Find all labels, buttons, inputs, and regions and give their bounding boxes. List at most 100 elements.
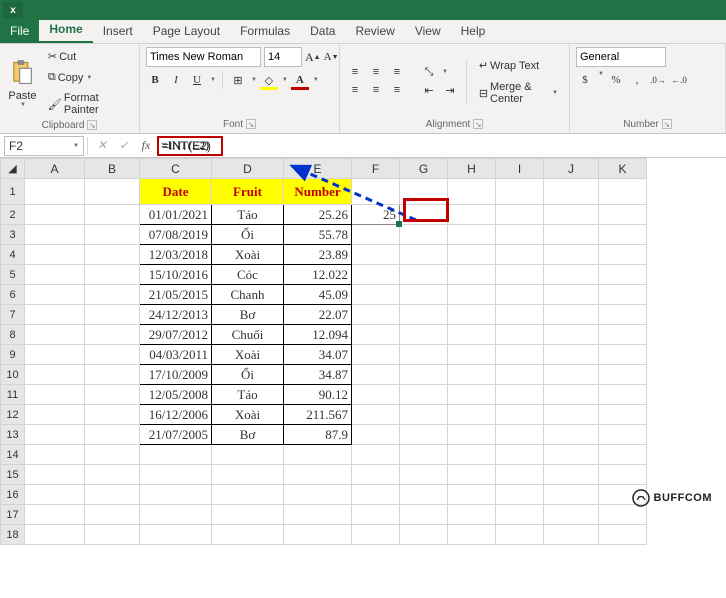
cell[interactable]: Chanh (212, 285, 284, 305)
cell[interactable] (599, 245, 647, 265)
cell[interactable] (448, 465, 496, 485)
select-all[interactable]: ◢ (1, 159, 25, 179)
decrease-font-icon[interactable]: A▼ (324, 48, 339, 66)
percent-icon[interactable]: % (607, 71, 625, 89)
cell[interactable] (544, 445, 599, 465)
cell[interactable] (400, 285, 448, 305)
cell[interactable]: 45.09 (284, 285, 352, 305)
cell[interactable] (599, 425, 647, 445)
cell[interactable]: Number (284, 179, 352, 205)
cell[interactable] (448, 345, 496, 365)
cell[interactable] (496, 225, 544, 245)
cell[interactable]: 12/03/2018 (140, 245, 212, 265)
cell[interactable] (400, 345, 448, 365)
cell[interactable] (25, 179, 85, 205)
menu-formulas[interactable]: Formulas (230, 20, 300, 43)
underline-button[interactable]: U (188, 71, 206, 89)
cell[interactable] (448, 405, 496, 425)
cell[interactable] (352, 345, 400, 365)
cell[interactable] (496, 179, 544, 205)
cell[interactable] (352, 265, 400, 285)
cell[interactable]: 01/01/2021 (140, 205, 212, 225)
row-header[interactable]: 12 (1, 405, 25, 425)
cell[interactable]: Xoài (212, 345, 284, 365)
cell[interactable] (599, 385, 647, 405)
cell[interactable] (400, 325, 448, 345)
wrap-text-button[interactable]: ↵Wrap Text (474, 56, 563, 75)
increase-indent-icon[interactable]: ⇥ (441, 82, 459, 98)
cell[interactable] (496, 385, 544, 405)
font-name-select[interactable] (146, 47, 261, 67)
cell[interactable] (448, 205, 496, 225)
cell[interactable]: Ổi (212, 365, 284, 385)
align-right-icon[interactable]: ≡ (388, 82, 406, 98)
cell[interactable] (140, 465, 212, 485)
cell[interactable] (400, 465, 448, 485)
row-header[interactable]: 6 (1, 285, 25, 305)
cell-selected[interactable]: 25 (352, 205, 400, 225)
col-header[interactable]: H (448, 159, 496, 179)
cell[interactable] (212, 505, 284, 525)
cell[interactable] (400, 385, 448, 405)
cell[interactable] (85, 365, 140, 385)
align-left-icon[interactable]: ≡ (346, 82, 364, 98)
cell[interactable] (284, 525, 352, 545)
align-top-icon[interactable]: ≡ (346, 64, 364, 80)
cell[interactable]: 15/10/2016 (140, 265, 212, 285)
number-format-select[interactable] (576, 47, 666, 67)
cell[interactable] (25, 325, 85, 345)
decrease-decimal-icon[interactable]: ←.0 (670, 71, 688, 89)
col-header[interactable]: A (25, 159, 85, 179)
cell[interactable] (284, 505, 352, 525)
cell[interactable] (25, 445, 85, 465)
cell[interactable] (448, 525, 496, 545)
name-box[interactable]: F2▼ (4, 136, 84, 156)
cell[interactable] (599, 225, 647, 245)
cell[interactable] (25, 305, 85, 325)
cell[interactable] (544, 225, 599, 245)
cell[interactable]: 24/12/2013 (140, 305, 212, 325)
cell[interactable] (544, 179, 599, 205)
cell[interactable] (400, 405, 448, 425)
row-header[interactable]: 2 (1, 205, 25, 225)
align-middle-icon[interactable]: ≡ (367, 64, 385, 80)
alignment-launcher[interactable]: ↘ (473, 119, 483, 129)
cell[interactable] (448, 505, 496, 525)
cell[interactable] (85, 179, 140, 205)
number-launcher[interactable]: ↘ (662, 119, 672, 129)
copy-button[interactable]: ⧉Copy▼ (43, 68, 133, 87)
cell[interactable] (352, 485, 400, 505)
menu-review[interactable]: Review (345, 20, 404, 43)
cell[interactable] (599, 405, 647, 425)
cell[interactable] (448, 265, 496, 285)
cell[interactable] (85, 265, 140, 285)
cell[interactable] (140, 525, 212, 545)
cell[interactable] (599, 305, 647, 325)
row-header[interactable]: 9 (1, 345, 25, 365)
cell[interactable] (544, 365, 599, 385)
cell[interactable] (85, 405, 140, 425)
col-header[interactable]: I (496, 159, 544, 179)
cell[interactable] (85, 385, 140, 405)
cell[interactable] (496, 305, 544, 325)
cell[interactable]: 16/12/2006 (140, 405, 212, 425)
cell[interactable] (284, 465, 352, 485)
cell[interactable] (352, 179, 400, 205)
cell[interactable] (544, 325, 599, 345)
cell[interactable] (599, 525, 647, 545)
borders-button[interactable]: ⊞ (229, 71, 247, 89)
cell[interactable] (496, 345, 544, 365)
cell[interactable] (25, 385, 85, 405)
cell[interactable] (496, 365, 544, 385)
cell[interactable] (25, 245, 85, 265)
cell[interactable] (448, 485, 496, 505)
cell[interactable] (544, 385, 599, 405)
cell[interactable] (352, 405, 400, 425)
currency-icon[interactable]: $ (576, 71, 594, 89)
cell[interactable] (448, 385, 496, 405)
cell[interactable] (496, 465, 544, 485)
cell[interactable] (400, 485, 448, 505)
cell[interactable] (400, 245, 448, 265)
row-header[interactable]: 8 (1, 325, 25, 345)
font-launcher[interactable]: ↘ (246, 119, 256, 129)
